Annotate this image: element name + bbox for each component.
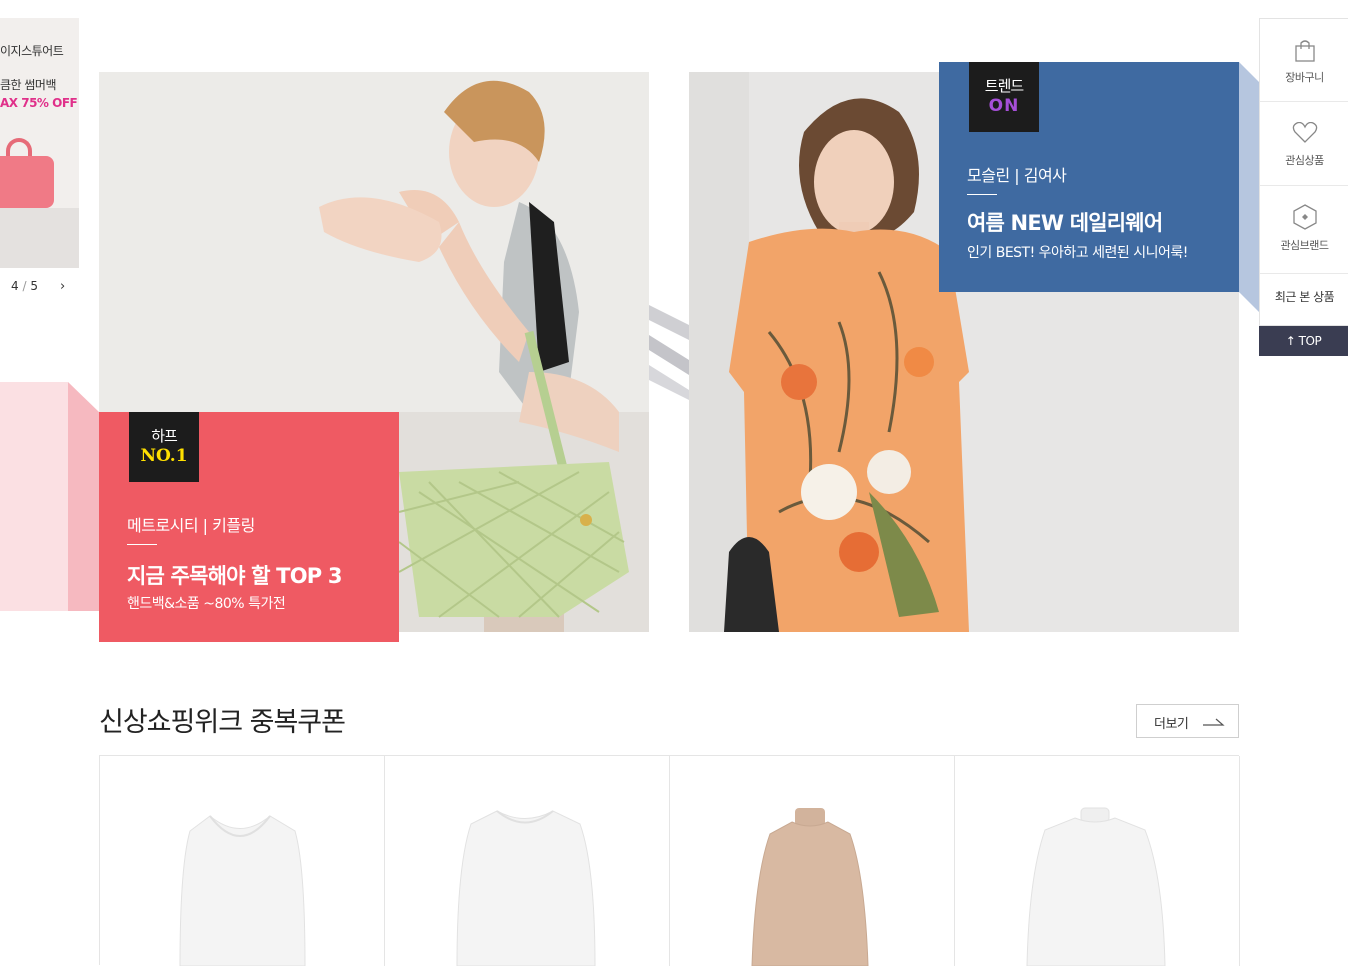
banner-left-subtitle: 핸드백&소품 ~80% 특가전 bbox=[127, 596, 286, 612]
carousel-pager: 4 / 5 bbox=[11, 279, 38, 293]
shopping-bag-icon bbox=[1294, 40, 1315, 62]
left-carousel-slide[interactable]: 이지스튜어트 큼한 썸머백 AX 75% OFF bbox=[0, 18, 79, 268]
section-title: 신상쇼핑위크 중복쿠폰 bbox=[99, 707, 346, 738]
carousel-next-icon[interactable]: › bbox=[60, 279, 65, 294]
product-grid bbox=[99, 755, 1240, 966]
sidebar-cart-label: 장바구니 bbox=[1285, 71, 1324, 84]
banner-right-card[interactable]: 트렌드 ON 모슬린 | 김여사 여름 NEW 데일리웨어 인기 BEST! 우… bbox=[939, 62, 1239, 292]
arrow-right-icon bbox=[1203, 718, 1225, 726]
banner-left-divider bbox=[127, 544, 157, 545]
slide-floor bbox=[0, 208, 79, 268]
badge-top-text: 트렌드 bbox=[984, 77, 1024, 95]
pager-current: 4 bbox=[11, 279, 19, 293]
sidebar-brands[interactable]: 관심브랜드 bbox=[1260, 204, 1348, 253]
badge-top-text: 하프 bbox=[151, 427, 178, 445]
badge-bottom-text: ON bbox=[988, 96, 1020, 116]
product-image-white-scoop-neck bbox=[179, 815, 306, 966]
more-button[interactable]: 더보기 bbox=[1136, 704, 1239, 738]
product-image-beige-turtleneck bbox=[751, 808, 869, 966]
pager-separator: / bbox=[22, 279, 27, 293]
product-image-white-mock-neck bbox=[1026, 807, 1166, 966]
blue-decoration bbox=[1239, 62, 1259, 312]
slide-text-title: 큼한 썸머백 bbox=[0, 78, 57, 92]
banner-right-subtitle: 인기 BEST! 우아하고 세련된 시니어룩! bbox=[967, 245, 1188, 261]
hexagon-icon bbox=[1292, 204, 1317, 230]
heart-icon bbox=[1292, 122, 1317, 143]
sidebar-recent[interactable]: 최근 본 상품 bbox=[1260, 288, 1348, 305]
quick-menu-sidebar: 장바구니 관심상품 관심브랜드 최근 본 상품 bbox=[1259, 18, 1348, 326]
more-button-label: 더보기 bbox=[1154, 717, 1189, 732]
product-card[interactable] bbox=[955, 756, 1240, 966]
sidebar-brands-label: 관심브랜드 bbox=[1280, 239, 1329, 252]
badge-bottom-text: NO.1 bbox=[140, 446, 188, 466]
banner-right-divider bbox=[967, 194, 997, 195]
badge-trend-on: 트렌드 ON bbox=[969, 62, 1039, 132]
sidebar-cart[interactable]: 장바구니 bbox=[1260, 39, 1348, 85]
sidebar-divider bbox=[1260, 273, 1348, 274]
product-card[interactable] bbox=[385, 756, 670, 966]
banner-left-card[interactable]: 하프 NO.1 메트로시티 | 키플링 지금 주목해야 할 TOP 3 핸드백&… bbox=[99, 412, 399, 642]
sidebar-divider bbox=[1260, 185, 1348, 186]
banner-right-title: 여름 NEW 데일리웨어 bbox=[967, 211, 1163, 235]
banner-right-brand: 모슬린 | 김여사 bbox=[967, 166, 1067, 185]
product-card[interactable] bbox=[670, 756, 955, 966]
sidebar-divider bbox=[1260, 101, 1348, 102]
slide-text-brand: 이지스튜어트 bbox=[0, 44, 64, 58]
banner-left-title: 지금 주목해야 할 TOP 3 bbox=[127, 564, 342, 588]
badge-hafe-no1: 하프 NO.1 bbox=[129, 412, 199, 482]
sidebar-wishlist[interactable]: 관심상품 bbox=[1260, 122, 1348, 168]
pager-total: 5 bbox=[30, 279, 38, 293]
pink-decoration bbox=[0, 382, 99, 611]
product-card[interactable] bbox=[100, 756, 385, 966]
banner-left-brand: 메트로시티 | 키플링 bbox=[127, 516, 255, 535]
slide-text-discount: AX 75% OFF bbox=[0, 96, 78, 110]
stripe-decoration bbox=[649, 305, 689, 400]
sidebar-wishlist-label: 관심상품 bbox=[1285, 154, 1324, 167]
product-image-white-crew-neck bbox=[456, 810, 596, 966]
pink-bag-image bbox=[0, 156, 54, 208]
scroll-top-button[interactable]: ↑ TOP bbox=[1259, 326, 1348, 356]
sidebar-recent-label: 최근 본 상품 bbox=[1274, 290, 1335, 304]
